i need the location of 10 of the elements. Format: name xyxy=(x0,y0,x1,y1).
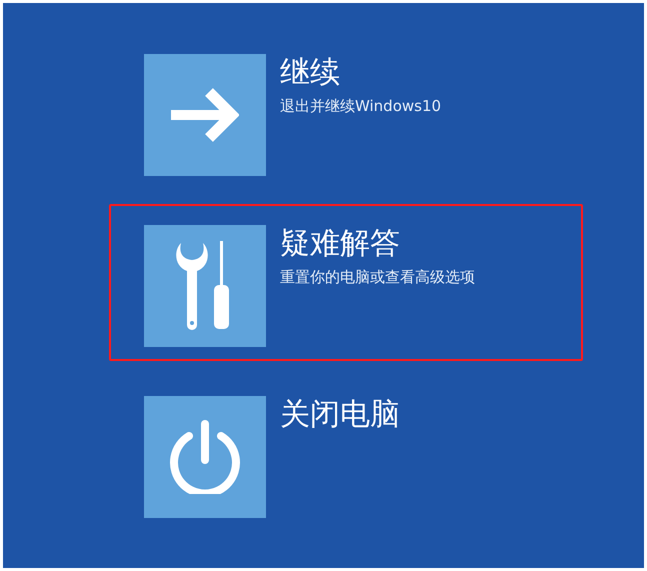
arrow-icon xyxy=(171,88,239,142)
option-title[interactable]: 疑难解答 xyxy=(280,225,475,263)
option-title[interactable]: 继续 xyxy=(280,54,442,92)
option-description: 退出并继续Windows10 xyxy=(280,96,442,116)
power-icon xyxy=(169,420,241,494)
option-title[interactable]: 关闭电脑 xyxy=(280,396,400,434)
option-tile[interactable] xyxy=(144,396,266,518)
option-tile[interactable] xyxy=(144,225,266,347)
option-description: 重置你的电脑或查看高级选项 xyxy=(280,267,475,287)
option-tile[interactable] xyxy=(144,54,266,176)
